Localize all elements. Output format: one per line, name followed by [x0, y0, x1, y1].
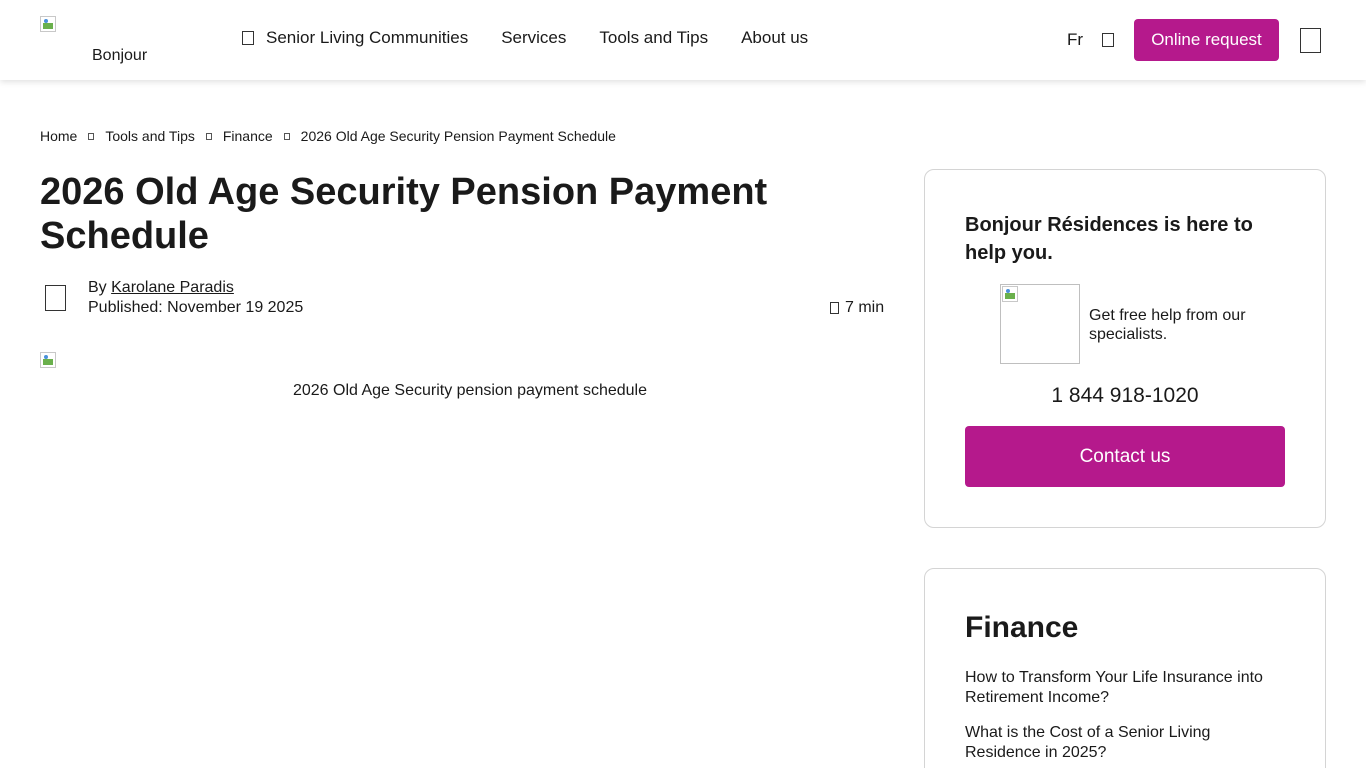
location-icon	[242, 31, 254, 45]
breadcrumb: Home Tools and Tips Finance 2026 Old Age…	[40, 128, 616, 144]
specialist-image	[1000, 284, 1080, 364]
nav-label: Services	[501, 28, 567, 47]
logo-alt-text: Bonjour	[92, 47, 148, 64]
menu-icon[interactable]	[1300, 28, 1321, 53]
contact-us-button[interactable]: Contact us	[965, 426, 1285, 487]
main-nav: Senior Living Communities Services Tools…	[242, 28, 808, 48]
author-line: By Karolane Paradis	[88, 279, 234, 297]
nav-item-tools-and-tips[interactable]: Tools and Tips	[599, 28, 708, 48]
nav-item-senior-living-communities[interactable]: Senior Living Communities	[242, 28, 468, 48]
published-date: Published: November 19 2025	[88, 299, 304, 316]
site-header: Bonjour Senior Living Communities Servic…	[0, 0, 1366, 80]
chevron-right-icon	[205, 132, 212, 140]
breadcrumb-home[interactable]: Home	[40, 128, 77, 144]
author-link[interactable]: Karolane Paradis	[111, 279, 234, 296]
help-card: Bonjour Résidences is here to help you. …	[924, 169, 1326, 528]
finance-card: Finance How to Transform Your Life Insur…	[924, 568, 1326, 768]
breadcrumb-tools-and-tips[interactable]: Tools and Tips	[105, 128, 195, 144]
broken-image-icon	[40, 16, 56, 32]
broken-image-icon	[1002, 286, 1018, 302]
nav-label: About us	[741, 28, 809, 47]
finance-article-list: How to Transform Your Life Insurance int…	[965, 668, 1285, 768]
hero-image-alt: 2026 Old Age Security pension payment sc…	[292, 382, 647, 399]
broken-image-icon	[40, 352, 56, 368]
author-avatar-icon	[45, 285, 66, 311]
language-switch[interactable]: Fr	[1067, 30, 1083, 50]
finance-article-link[interactable]: What is the Cost of a Senior Living Resi…	[965, 723, 1285, 762]
breadcrumb-current: 2026 Old Age Security Pension Payment Sc…	[300, 128, 616, 144]
phone-number-link[interactable]: 1 844 918-1020	[925, 384, 1325, 408]
breadcrumb-finance[interactable]: Finance	[223, 128, 273, 144]
finance-card-title: Finance	[965, 611, 1079, 644]
read-time: 7 min	[830, 299, 884, 317]
search-icon[interactable]	[1102, 33, 1114, 47]
nav-label: Tools and Tips	[599, 28, 709, 47]
clock-icon	[830, 302, 839, 314]
chevron-right-icon	[283, 132, 290, 140]
chevron-right-icon	[88, 132, 95, 140]
hero-image: 2026 Old Age Security pension payment sc…	[40, 352, 884, 412]
logo[interactable]: Bonjour	[40, 16, 170, 66]
help-card-text: Get free help from our specialists.	[1089, 307, 1246, 343]
help-card-title: Bonjour Résidences is here to help you.	[965, 214, 1253, 264]
nav-item-about-us[interactable]: About us	[741, 28, 808, 48]
nav-label: Senior Living Communities	[266, 28, 469, 47]
nav-item-services[interactable]: Services	[501, 28, 566, 48]
online-request-button[interactable]: Online request	[1134, 19, 1279, 61]
author-prefix: By	[88, 279, 107, 296]
page-title: 2026 Old Age Security Pension Payment Sc…	[40, 171, 768, 257]
finance-article-link[interactable]: How to Transform Your Life Insurance int…	[965, 668, 1285, 707]
read-time-label: 7 min	[845, 299, 885, 316]
